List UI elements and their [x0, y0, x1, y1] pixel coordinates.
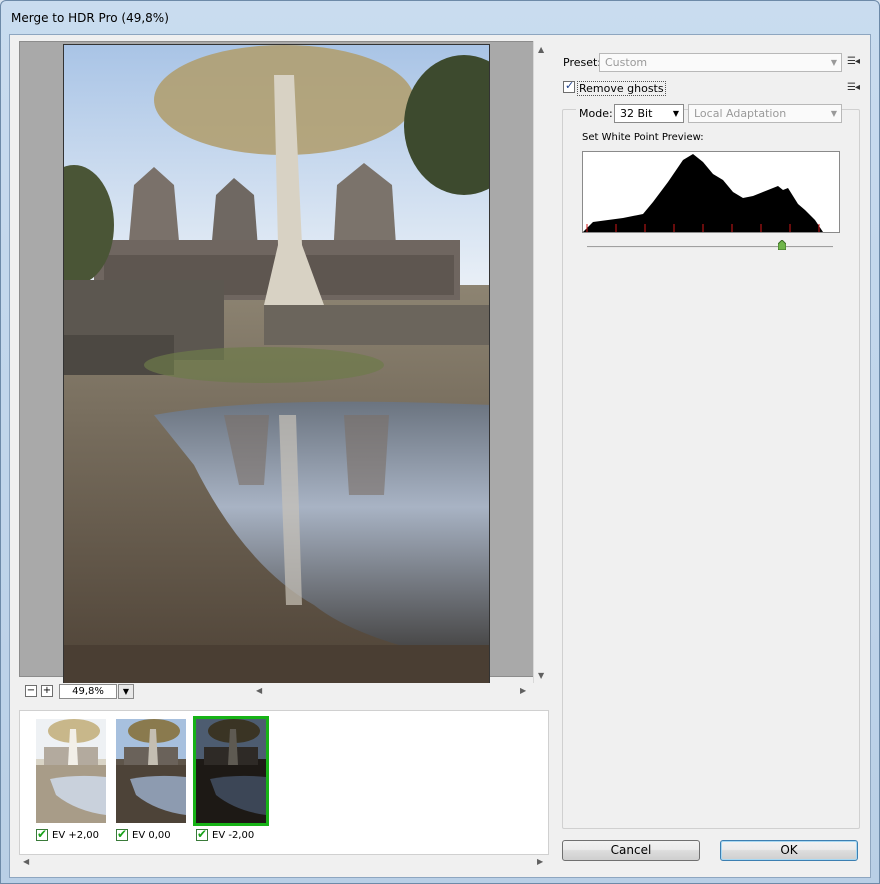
title-bar[interactable]: Merge to HDR Pro (49,8%)	[1, 1, 879, 35]
thumbnail-label-ev-0: EV 0,00	[116, 827, 171, 841]
dialog-window: Merge to HDR Pro (49,8%) ▲ ▼ − + 49,8% ▼…	[0, 0, 880, 884]
tone-method-value: Local Adaptation	[694, 107, 787, 120]
scroll-up-arrow-icon[interactable]: ▲	[538, 45, 544, 54]
scroll-right-arrow-icon[interactable]: ▶	[537, 857, 543, 866]
chevron-down-icon: ▼	[830, 58, 837, 67]
white-point-slider-track[interactable]	[587, 246, 833, 248]
scroll-left-arrow-icon[interactable]: ◀	[23, 857, 29, 866]
remove-ghosts-checkbox[interactable]	[563, 79, 575, 93]
bit-depth-dropdown[interactable]: 32 Bit ▼	[614, 104, 684, 123]
remove-ghosts-label[interactable]: Remove ghosts	[577, 81, 666, 96]
source-thumbnail-ev-plus2[interactable]	[36, 719, 106, 823]
zoom-dropdown-button[interactable]: ▼	[118, 684, 134, 699]
chevron-down-icon: ▼	[672, 109, 679, 118]
thumbnail-label-ev-minus2: EV -2,00	[196, 827, 255, 841]
scroll-left-arrow-icon[interactable]: ◀	[256, 686, 262, 695]
preset-dropdown[interactable]: Custom ▼	[599, 53, 842, 72]
ev-value-label: EV 0,00	[132, 829, 171, 841]
zoom-in-button[interactable]: +	[41, 685, 53, 697]
bit-depth-value: 32 Bit	[620, 107, 653, 120]
include-image-checkbox[interactable]	[196, 827, 208, 841]
ok-button[interactable]: OK	[720, 840, 858, 861]
include-image-checkbox[interactable]	[36, 827, 48, 841]
source-thumbnail-ev-minus2[interactable]	[193, 716, 269, 826]
white-point-slider-thumb[interactable]	[777, 239, 787, 251]
tone-method-dropdown[interactable]: Local Adaptation ▼	[688, 104, 842, 123]
scroll-right-arrow-icon[interactable]: ▶	[520, 686, 526, 695]
preview-vertical-scrollbar[interactable]: ▲ ▼	[533, 41, 549, 683]
preview-horizontal-scrollbar[interactable]: ◀ ▶	[250, 683, 533, 699]
white-point-histogram	[582, 151, 840, 233]
dialog-client: ▲ ▼ − + 49,8% ▼ ◀ ▶ ✔ EV +2,00 ✔ EV 0,00…	[9, 34, 871, 878]
ev-value-label: EV -2,00	[212, 829, 255, 841]
options-menu-icon[interactable]: ☰◂	[847, 82, 860, 93]
white-point-label: Set White Point Preview:	[582, 132, 704, 143]
mode-label: Mode:	[576, 107, 616, 120]
zoom-out-button[interactable]: −	[25, 685, 37, 697]
source-thumbnail-ev-0[interactable]	[116, 719, 186, 823]
scroll-down-arrow-icon[interactable]: ▼	[538, 671, 544, 680]
preset-label: Preset:	[563, 56, 602, 69]
zoom-level-field[interactable]: 49,8%	[59, 684, 117, 699]
thumbnail-label-ev-plus2: EV +2,00	[36, 827, 99, 841]
thumbnail-horizontal-scrollbar[interactable]: ◀ ▶	[19, 855, 549, 869]
preset-menu-icon[interactable]: ☰◂	[847, 56, 860, 67]
include-image-checkbox[interactable]	[116, 827, 128, 841]
chevron-down-icon: ▼	[830, 109, 837, 118]
cancel-button[interactable]: Cancel	[562, 840, 700, 861]
preset-value: Custom	[605, 56, 648, 69]
hdr-preview-image	[63, 44, 490, 684]
image-preview-pane	[19, 41, 541, 684]
ev-value-label: EV +2,00	[52, 829, 99, 841]
source-images-strip: EV +2,00 EV 0,00	[19, 710, 549, 855]
window-title: Merge to HDR Pro (49,8%)	[11, 11, 169, 25]
